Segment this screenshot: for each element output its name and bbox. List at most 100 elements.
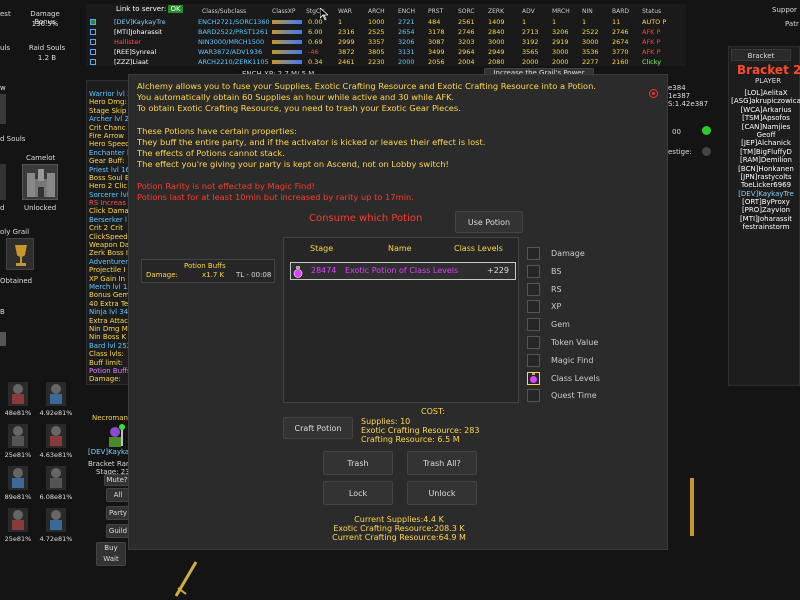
col-stage: Stage: [310, 244, 334, 253]
craft-potion-button[interactable]: Craft Potion: [283, 417, 353, 439]
party-member-name[interactable]: [REE]Synreal: [114, 47, 156, 57]
party-class-level: 2919: [552, 38, 569, 46]
party-class-level: 3206: [552, 28, 569, 36]
party-row-checkbox[interactable]: [90, 29, 96, 35]
party-class-level: 2746: [612, 28, 629, 36]
prestige-label: estige:: [668, 148, 692, 156]
bracket-player[interactable]: [CAN]Namjies: [731, 123, 800, 131]
bracket-player[interactable]: [JPN]rastycolts: [731, 173, 800, 181]
hero-slot[interactable]: 4.63e81%: [38, 422, 74, 462]
current-resource-line: Current Supplies:4.4 K: [354, 515, 444, 524]
hero-slot[interactable]: 6.08e81%: [38, 464, 74, 504]
party-member-status: AFK P: [642, 48, 661, 56]
mouse-cursor-icon: [319, 7, 330, 21]
bracket-player[interactable]: [TM]BigFluffyD: [731, 148, 800, 156]
party-class-level: 2525: [368, 28, 385, 36]
support-label[interactable]: Suppor: [772, 6, 797, 14]
bracket-player[interactable]: [WCA]Arkarius: [731, 106, 800, 114]
right-mid-3: S:1.42e387: [668, 100, 709, 108]
party-class-level: 3192: [522, 38, 539, 46]
bracket-player[interactable]: [RAM]Demilion: [731, 156, 800, 164]
filter-checkbox[interactable]: [527, 353, 540, 367]
party-row-checkbox[interactable]: [90, 39, 96, 45]
chat-party-button[interactable]: Party: [106, 506, 130, 520]
party-row-checkbox[interactable]: [90, 19, 96, 25]
buff-damage-value: x1.7 K: [202, 271, 225, 279]
filter-checkbox[interactable]: [527, 318, 540, 332]
bracket-player[interactable]: [PRO]Zayvion: [731, 206, 800, 214]
necromancer-avatar-icon[interactable]: [102, 424, 128, 448]
hero-slot[interactable]: 89e81%: [0, 464, 36, 504]
trash-button[interactable]: Trash: [323, 451, 393, 475]
party-member-name[interactable]: [DEV]KaykayTre: [114, 17, 166, 27]
lock-button[interactable]: Lock: [323, 481, 393, 505]
bracket-player[interactable]: [MTI]Joharassit: [731, 215, 800, 223]
potion-rarity-text: Potion Rarity is not effected by Magic F…: [137, 181, 642, 203]
party-row: [REE]Synreal WAR3872/ADV1936 -46 3872 3805 31…: [86, 47, 686, 57]
buy-label: Buy: [104, 544, 118, 552]
party-row-checkbox[interactable]: [90, 49, 96, 55]
hero-slot[interactable]: 4.92e81%: [38, 380, 74, 420]
hero-slot[interactable]: 48e81%: [0, 380, 36, 420]
bracket-player-list: [LOL]AelitaX [ASG]akrupiczowica [WCA]Arkar…: [731, 89, 800, 232]
party-class-level: 1409: [488, 18, 505, 26]
close-icon[interactable]: [649, 89, 658, 98]
party-member-name[interactable]: Hallister: [114, 37, 141, 47]
buff-damage-label: Damage:: [146, 271, 178, 279]
party-row: Hallister NIN3000/MRCH1500 0.69 2999 3357 320…: [86, 37, 686, 47]
hero-bonus-value: 25e81%: [4, 451, 32, 459]
mute-button[interactable]: Mute?: [104, 474, 130, 486]
filter-checkbox[interactable]: [527, 264, 540, 278]
skill-list-item: Projectile I: [89, 266, 126, 275]
holy-grail-icon[interactable]: [6, 238, 34, 270]
filter-checkbox[interactable]: [527, 389, 540, 403]
party-row-checkbox[interactable]: [90, 59, 96, 65]
filter-checkbox[interactable]: [527, 371, 540, 385]
chat-all-button[interactable]: All: [106, 488, 130, 502]
patreon-label[interactable]: Patr: [785, 20, 799, 28]
bracket-player[interactable]: [LOL]AelitaX: [731, 89, 800, 97]
camelot-castle-icon[interactable]: [22, 164, 58, 200]
potion-row[interactable]: 28474 Exotic Potion of Class Levels +229: [290, 262, 516, 280]
skill-list-item: Bard lvl 252: [89, 341, 131, 350]
bracket-player[interactable]: [JEP]Alchanick: [731, 139, 800, 147]
bracket-player[interactable]: festrainstorm: [731, 223, 800, 231]
bracket-subtitle: PLAYER: [755, 77, 782, 85]
filter-checkbox[interactable]: [527, 282, 540, 296]
chat-scrollbar[interactable]: [690, 478, 694, 536]
skill-list-item: Fire Arrow: [89, 131, 124, 140]
bracket-player[interactable]: ToeLicker6969: [731, 181, 800, 189]
bracket-tab[interactable]: Bracket: [731, 49, 791, 61]
souls-label: uls: [0, 44, 11, 52]
unlock-button[interactable]: Unlock: [407, 481, 477, 505]
hero-slot[interactable]: 25e81%: [0, 506, 36, 546]
party-class-level: 2654: [398, 28, 415, 36]
party-class-level: 1: [522, 18, 527, 26]
damage-bonus-value: 136.5%: [31, 20, 59, 28]
bracket-player[interactable]: [BCN]Honkanen: [731, 165, 800, 173]
bracket-player[interactable]: [ORT]ByProxy: [731, 198, 800, 206]
party-stage-clear: -46: [308, 48, 319, 56]
bracket-player[interactable]: [DEV]KaykayTre: [731, 190, 800, 198]
bracket-player[interactable]: [TSM]Apsofos: [731, 114, 800, 122]
party-member-name[interactable]: [ZZZ]Liaat: [114, 57, 148, 67]
filter-checkbox[interactable]: [527, 300, 540, 314]
hero-slot[interactable]: 4.72e81%: [38, 506, 74, 546]
chat-guild-button[interactable]: Guild: [106, 524, 130, 538]
hero-slot[interactable]: 25e81%: [0, 422, 36, 462]
bracket-player[interactable]: Geoff: [731, 131, 800, 139]
current-resources: Current Supplies:4.4 K Exotic Crafting Re…: [269, 515, 529, 542]
use-potion-button[interactable]: Use Potion: [455, 211, 523, 233]
trash-all-button[interactable]: Trash All?: [407, 451, 477, 475]
bracket-player[interactable]: [ASG]akrupiczowica: [731, 97, 800, 105]
party-stage-clear: 0.34: [308, 58, 323, 66]
filter-checkbox[interactable]: [527, 247, 540, 260]
potion-stage: 28474: [311, 266, 337, 275]
party-class-level: 2999: [338, 38, 355, 46]
filter-checkbox[interactable]: [527, 336, 540, 349]
buy-wait-button[interactable]: Buy Wait: [96, 542, 126, 566]
party-member-name[interactable]: [MTI]Joharassit: [114, 27, 162, 37]
skill-list-item: Nin Boss K: [89, 333, 127, 342]
party-row: [ZZZ]Liaat ARCH2210/ZERK1105 0.34 2461 2230 2…: [86, 57, 686, 67]
col-name: Name: [388, 244, 412, 253]
